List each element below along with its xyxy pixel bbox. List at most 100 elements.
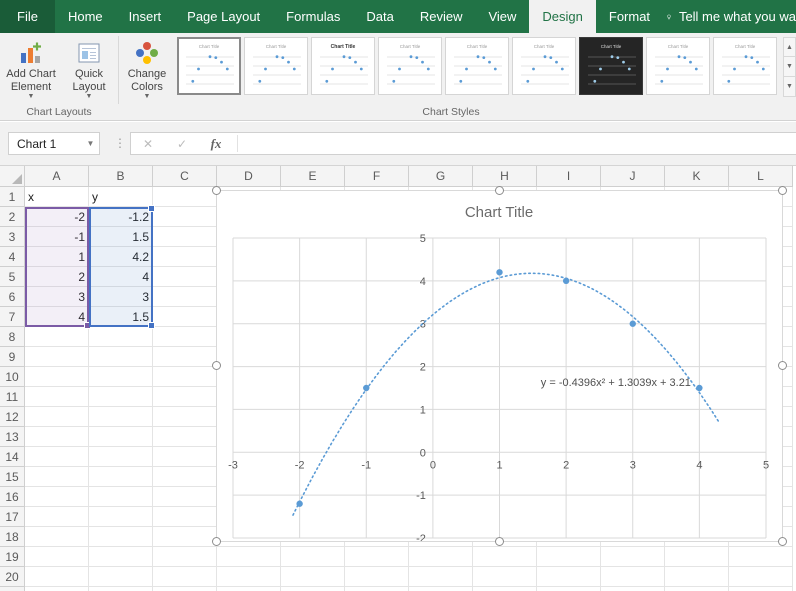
row-header-5[interactable]: 5	[0, 267, 25, 287]
tab-formulas[interactable]: Formulas	[273, 0, 353, 33]
cell-C2[interactable]	[153, 207, 217, 227]
cell-C7[interactable]	[153, 307, 217, 327]
cell-K21[interactable]	[665, 587, 729, 591]
row-header-15[interactable]: 15	[0, 467, 25, 487]
gallery-scroll-down-button[interactable]: ▼	[783, 57, 796, 77]
tab-data[interactable]: Data	[353, 0, 406, 33]
cell-I19[interactable]	[537, 547, 601, 567]
cell-A15[interactable]	[25, 467, 89, 487]
cell-C21[interactable]	[153, 587, 217, 591]
select-all-corner[interactable]	[0, 166, 25, 187]
tab-file[interactable]: File	[0, 0, 55, 33]
row-header-21[interactable]: 21	[0, 587, 25, 591]
row-header-4[interactable]: 4	[0, 247, 25, 267]
tell-me-box[interactable]: Tell me what you wa	[666, 0, 796, 33]
cancel-button[interactable]: ✕	[131, 137, 165, 151]
cell-B10[interactable]	[89, 367, 153, 387]
cell-E21[interactable]	[281, 587, 345, 591]
cell-H21[interactable]	[473, 587, 537, 591]
column-header-F[interactable]: F	[345, 166, 409, 187]
chart-resize-handle[interactable]	[778, 361, 787, 370]
row-header-17[interactable]: 17	[0, 507, 25, 527]
chart-style-2[interactable]: Chart Title	[244, 37, 308, 95]
cell-F21[interactable]	[345, 587, 409, 591]
cell-B18[interactable]	[89, 527, 153, 547]
column-header-G[interactable]: G	[409, 166, 473, 187]
chart-style-4[interactable]: Chart Title	[378, 37, 442, 95]
row-header-9[interactable]: 9	[0, 347, 25, 367]
enter-button[interactable]: ✓	[165, 137, 199, 151]
cell-A13[interactable]	[25, 427, 89, 447]
cell-L21[interactable]	[729, 587, 793, 591]
cell-D20[interactable]	[217, 567, 281, 587]
chart-data-x-range[interactable]	[25, 207, 89, 327]
cell-K19[interactable]	[665, 547, 729, 567]
cell-C12[interactable]	[153, 407, 217, 427]
column-header-E[interactable]: E	[281, 166, 345, 187]
row-header-16[interactable]: 16	[0, 487, 25, 507]
cell-C14[interactable]	[153, 447, 217, 467]
add-chart-element-button[interactable]: Add Chart Element ▼	[2, 35, 60, 103]
tab-insert[interactable]: Insert	[116, 0, 175, 33]
tab-view[interactable]: View	[475, 0, 529, 33]
cell-J21[interactable]	[601, 587, 665, 591]
cell-I20[interactable]	[537, 567, 601, 587]
chart-resize-handle[interactable]	[778, 537, 787, 546]
change-colors-button[interactable]: Change Colors ▼	[121, 35, 173, 103]
cell-A21[interactable]	[25, 587, 89, 591]
cell-B21[interactable]	[89, 587, 153, 591]
cell-L19[interactable]	[729, 547, 793, 567]
cell-B11[interactable]	[89, 387, 153, 407]
column-header-C[interactable]: C	[153, 166, 217, 187]
cell-H19[interactable]	[473, 547, 537, 567]
gallery-more-button[interactable]: ▼	[783, 77, 796, 97]
row-header-12[interactable]: 12	[0, 407, 25, 427]
chart-style-7[interactable]: Chart Title	[579, 37, 643, 95]
name-box[interactable]: Chart 1 ▼	[8, 132, 100, 155]
row-header-14[interactable]: 14	[0, 447, 25, 467]
cell-A9[interactable]	[25, 347, 89, 367]
row-header-11[interactable]: 11	[0, 387, 25, 407]
cell-A14[interactable]	[25, 447, 89, 467]
chart-resize-handle[interactable]	[212, 186, 221, 195]
quick-layout-button[interactable]: Quick Layout ▼	[62, 35, 116, 103]
tab-format[interactable]: Format	[596, 0, 663, 33]
cell-D21[interactable]	[217, 587, 281, 591]
cell-A1[interactable]: x	[25, 187, 89, 207]
row-header-13[interactable]: 13	[0, 427, 25, 447]
row-header-1[interactable]: 1	[0, 187, 25, 207]
tab-page-layout[interactable]: Page Layout	[174, 0, 273, 33]
cell-C20[interactable]	[153, 567, 217, 587]
insert-function-button[interactable]: fx	[199, 136, 233, 152]
cell-B8[interactable]	[89, 327, 153, 347]
chart-resize-handle[interactable]	[778, 186, 787, 195]
column-header-A[interactable]: A	[25, 166, 89, 187]
cell-I21[interactable]	[537, 587, 601, 591]
chart-resize-handle[interactable]	[212, 361, 221, 370]
cell-F19[interactable]	[345, 547, 409, 567]
cell-C3[interactable]	[153, 227, 217, 247]
row-header-8[interactable]: 8	[0, 327, 25, 347]
tab-review[interactable]: Review	[407, 0, 476, 33]
chart-object[interactable]: Chart Title-2-1012345-3-2-1012345y = -0.…	[216, 190, 783, 542]
fill-handle[interactable]	[148, 205, 155, 212]
column-header-J[interactable]: J	[601, 166, 665, 187]
tab-home[interactable]: Home	[55, 0, 116, 33]
row-header-2[interactable]: 2	[0, 207, 25, 227]
cell-B13[interactable]	[89, 427, 153, 447]
formula-bar-drag-handle[interactable]: ⋮	[114, 135, 126, 151]
cell-B17[interactable]	[89, 507, 153, 527]
cell-B9[interactable]	[89, 347, 153, 367]
row-header-20[interactable]: 20	[0, 567, 25, 587]
cell-E20[interactable]	[281, 567, 345, 587]
row-header-18[interactable]: 18	[0, 527, 25, 547]
row-header-6[interactable]: 6	[0, 287, 25, 307]
fill-handle[interactable]	[148, 322, 155, 329]
cell-C1[interactable]	[153, 187, 217, 207]
chart-style-1[interactable]: Chart Title	[177, 37, 241, 95]
chart-style-9[interactable]: Chart Title	[713, 37, 777, 95]
tab-design[interactable]: Design	[529, 0, 595, 33]
cell-J19[interactable]	[601, 547, 665, 567]
chart-style-6[interactable]: Chart Title	[512, 37, 576, 95]
cell-G19[interactable]	[409, 547, 473, 567]
